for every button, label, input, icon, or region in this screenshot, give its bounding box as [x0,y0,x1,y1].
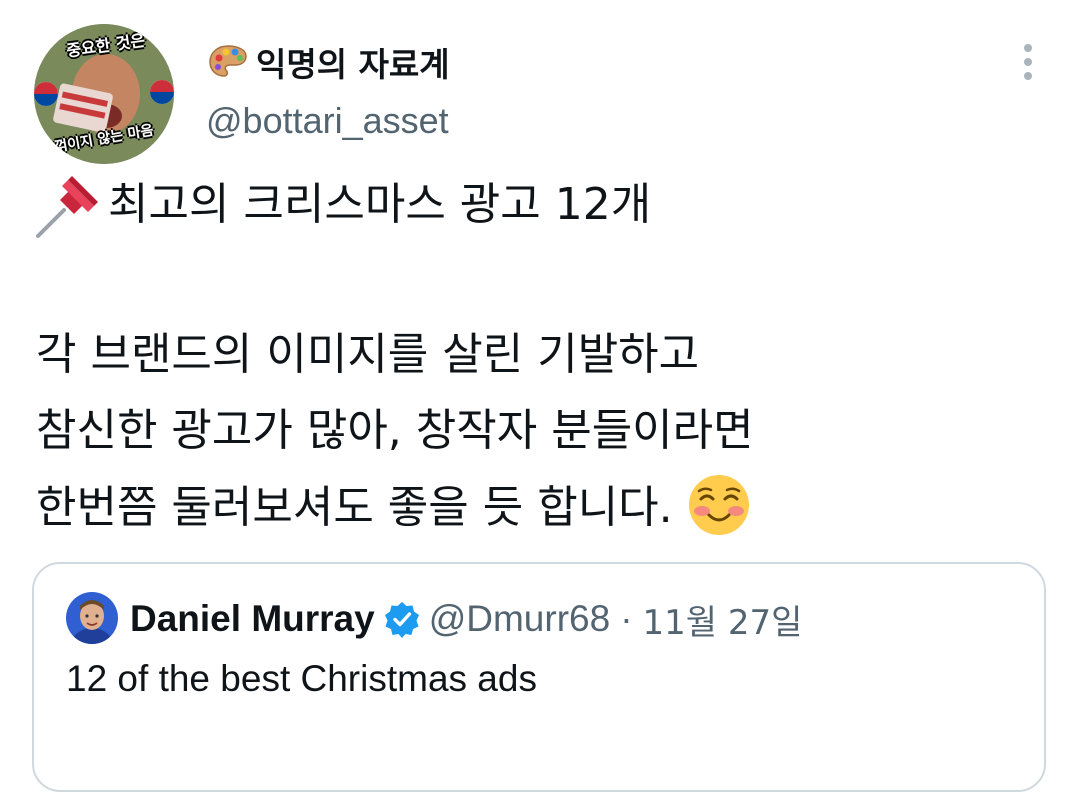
author-display-name: 익명의 자료계 [256,45,450,84]
tweet-body-line-3-text: 한번쯤 둘러보셔도 좋을 듯 합니다. [36,482,673,533]
author-name-row[interactable]: 익명의 자료계 [206,40,450,84]
tweet-headline-row: 최고의 크리스마스 광고 12개 [34,170,651,240]
quote-separator: · [620,598,633,639]
artist-palette-icon [209,45,247,77]
pushpin-icon [36,176,98,238]
verified-badge-icon [384,602,419,638]
author-avatar[interactable]: 중요한 것은 꺾이지 않는 마음 [34,24,174,164]
quote-author-name[interactable]: Daniel Murray [130,598,375,640]
tweet-body-line-2: 참신한 광고가 많아, 창작자 분들이라면 [36,405,754,456]
quote-text: 12 of the best Christmas ads [66,658,537,699]
quoted-tweet-card[interactable]: Daniel Murray @Dmurr68 · 11월 27일 12 of t… [32,562,1046,792]
quote-author-handle[interactable]: @Dmurr68 [429,598,610,640]
author-handle[interactable]: @bottari_asset [206,100,449,142]
quote-avatar-image [66,592,118,644]
tweet-body-line-3: 한번쯤 둘러보셔도 좋을 듯 합니다. [36,473,751,543]
tweet-body-line-1: 각 브랜드의 이미지를 살린 기발하고 [36,329,700,380]
tweet-headline: 최고의 크리스마스 광고 12개 [108,179,652,230]
tweet: 중요한 것은 꺾이지 않는 마음 익명의 자료계 @bottari_asset [0,0,1080,792]
smiling-face-icon [688,475,749,535]
quote-date[interactable]: 11월 27일 [643,595,803,644]
quote-author-avatar[interactable] [66,592,118,644]
quote-header: Daniel Murray @Dmurr68 · 11월 27일 [130,594,802,644]
more-options-button[interactable] [1010,40,1046,84]
more-vertical-icon [1024,44,1032,80]
